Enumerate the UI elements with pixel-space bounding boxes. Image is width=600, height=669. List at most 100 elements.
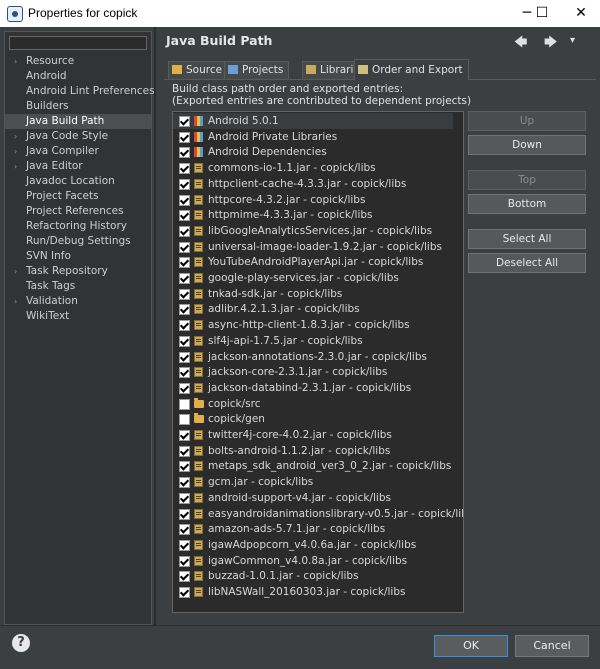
tree-item[interactable]: Android [5, 69, 151, 84]
tree-item[interactable]: › Java Compiler [5, 144, 151, 159]
export-checkbox[interactable] [179, 131, 190, 143]
list-item[interactable]: amazon-ads-5.7.1.jar - copick/libs [173, 521, 453, 537]
export-checkbox[interactable] [179, 430, 190, 441]
list-item[interactable]: twitter4j-core-4.0.2.jar - copick/libs [173, 427, 453, 443]
export-checkbox[interactable] [179, 414, 190, 426]
export-checkbox[interactable] [179, 257, 190, 269]
list-item[interactable]: universal-image-loader-1.9.2.jar - copic… [173, 239, 453, 255]
export-checkbox[interactable] [179, 492, 190, 504]
ok-button[interactable]: OK [434, 635, 508, 657]
list-item[interactable]: android-support-v4.jar - copick/libs [173, 490, 453, 506]
tab-order-and-export[interactable]: Order and Export [354, 59, 469, 80]
list-item[interactable]: httpclient-cache-4.3.3.jar - copick/libs [173, 176, 453, 192]
list-item[interactable]: buzzad-1.0.1.jar - copick/libs [173, 568, 453, 584]
export-checkbox[interactable] [179, 351, 190, 363]
list-item[interactable]: Android 5.0.1 [173, 113, 453, 129]
export-checkbox[interactable] [179, 335, 190, 347]
tree-item[interactable]: › Java Code Style [5, 129, 151, 144]
list-item[interactable]: bolts-android-1.1.2.jar - copick/libs [173, 443, 453, 459]
list-item[interactable]: tnkad-sdk.jar - copick/libs [173, 286, 453, 302]
export-checkbox[interactable] [179, 445, 190, 457]
tree-item[interactable]: SVN Info [5, 249, 151, 264]
order-export-list[interactable]: Android 5.0.1 Android Private Libraries An… [172, 111, 464, 613]
close-button[interactable]: ✕ [566, 3, 596, 23]
export-checkbox[interactable] [179, 524, 190, 536]
select-all-button[interactable]: Select All [468, 229, 586, 249]
export-checkbox[interactable] [179, 367, 190, 379]
bottom-button[interactable]: Bottom [468, 194, 586, 214]
export-checkbox[interactable] [179, 210, 190, 222]
list-item[interactable]: Android Private Libraries [173, 129, 453, 145]
tree-item[interactable]: Java Build Path [5, 114, 151, 129]
expand-arrow-icon[interactable]: › [14, 294, 17, 309]
expand-arrow-icon[interactable]: › [14, 129, 17, 144]
list-item[interactable]: copick/gen [173, 411, 453, 427]
tree-item[interactable]: › Java Editor [5, 159, 151, 174]
list-item[interactable]: YouTubeAndroidPlayerApi.jar - copick/lib… [173, 254, 453, 270]
filter-input[interactable] [9, 36, 147, 50]
up-button[interactable]: Up [468, 111, 586, 131]
list-item[interactable]: libNASWall_20160303.jar - copick/libs [173, 584, 453, 600]
export-checkbox[interactable] [179, 273, 190, 284]
deselect-all-button[interactable]: Deselect All [468, 253, 586, 273]
list-item[interactable]: httpmime-4.3.3.jar - copick/libs [173, 207, 453, 223]
list-item[interactable]: commons-io-1.1.jar - copick/libs [173, 160, 453, 176]
export-checkbox[interactable] [179, 382, 190, 394]
list-item[interactable]: copick/src [173, 396, 453, 412]
export-checkbox[interactable] [179, 508, 190, 520]
back-arrow-icon[interactable]: 🡄 [514, 33, 527, 55]
export-checkbox[interactable] [179, 178, 190, 190]
export-checkbox[interactable] [179, 241, 190, 253]
export-checkbox[interactable] [179, 398, 190, 410]
help-icon[interactable]: ? [12, 634, 30, 652]
list-item[interactable]: metaps_sdk_android_ver3_0_2.jar - copick… [173, 458, 453, 474]
expand-arrow-icon[interactable]: › [14, 144, 17, 159]
tree-item[interactable]: Run/Debug Settings [5, 234, 151, 249]
export-checkbox[interactable] [179, 147, 190, 159]
tree-item[interactable]: Refactoring History [5, 219, 151, 234]
expand-arrow-icon[interactable]: › [14, 264, 17, 279]
down-button[interactable]: Down [468, 135, 586, 155]
list-item[interactable]: easyandroidanimationslibrary-v0.5.jar - … [173, 506, 463, 522]
list-item[interactable]: async-http-client-1.8.3.jar - copick/lib… [173, 317, 453, 333]
export-checkbox[interactable] [179, 304, 190, 316]
tree-item[interactable]: Builders [5, 99, 151, 114]
tree-item[interactable]: Project References [5, 204, 151, 219]
list-item[interactable]: jackson-core-2.3.1.jar - copick/libs [173, 364, 453, 380]
expand-arrow-icon[interactable]: › [14, 54, 17, 69]
export-checkbox[interactable] [179, 477, 190, 489]
list-item[interactable]: gcm.jar - copick/libs [173, 474, 453, 490]
tree-item[interactable]: › Validation [5, 294, 151, 309]
export-checkbox[interactable] [179, 461, 190, 473]
export-checkbox[interactable] [179, 320, 190, 332]
tree-item[interactable]: Android Lint Preferences [5, 84, 155, 99]
export-checkbox[interactable] [179, 163, 190, 175]
tree-item[interactable]: Javadoc Location [5, 174, 151, 189]
list-item[interactable]: slf4j-api-1.7.5.jar - copick/libs [173, 333, 453, 349]
view-menu-icon[interactable]: ▾ [570, 35, 575, 46]
forward-arrow-icon[interactable]: 🡆 [544, 33, 557, 55]
tree-item[interactable]: › Task Repository [5, 264, 151, 279]
tree-item[interactable]: WikiText [5, 309, 151, 324]
export-checkbox[interactable] [179, 571, 190, 583]
maximize-button[interactable]: ☐ [527, 3, 557, 23]
tab-projects[interactable]: Projects [224, 61, 290, 79]
list-item[interactable]: igawCommon_v4.0.8a.jar - copick/libs [173, 553, 453, 569]
export-checkbox[interactable] [179, 288, 190, 300]
export-checkbox[interactable] [179, 194, 190, 206]
list-item[interactable]: httpcore-4.3.2.jar - copick/libs [173, 192, 453, 208]
panel-splitter[interactable] [154, 27, 156, 627]
list-item[interactable]: adlibr.4.2.1.3.jar - copick/libs [173, 301, 453, 317]
list-item[interactable]: igawAdpopcorn_v4.0.6a.jar - copick/libs [173, 537, 453, 553]
tree-item[interactable]: Project Facets [5, 189, 151, 204]
export-checkbox[interactable] [179, 116, 190, 127]
list-item[interactable]: Android Dependencies [173, 144, 453, 160]
top-button[interactable]: Top [468, 170, 586, 190]
export-checkbox[interactable] [179, 587, 190, 598]
list-item[interactable]: jackson-annotations-2.3.0.jar - copick/l… [173, 349, 453, 365]
cancel-button[interactable]: Cancel [515, 635, 589, 657]
export-checkbox[interactable] [179, 225, 190, 237]
export-checkbox[interactable] [179, 539, 190, 551]
export-checkbox[interactable] [179, 555, 190, 567]
expand-arrow-icon[interactable]: › [14, 159, 17, 174]
